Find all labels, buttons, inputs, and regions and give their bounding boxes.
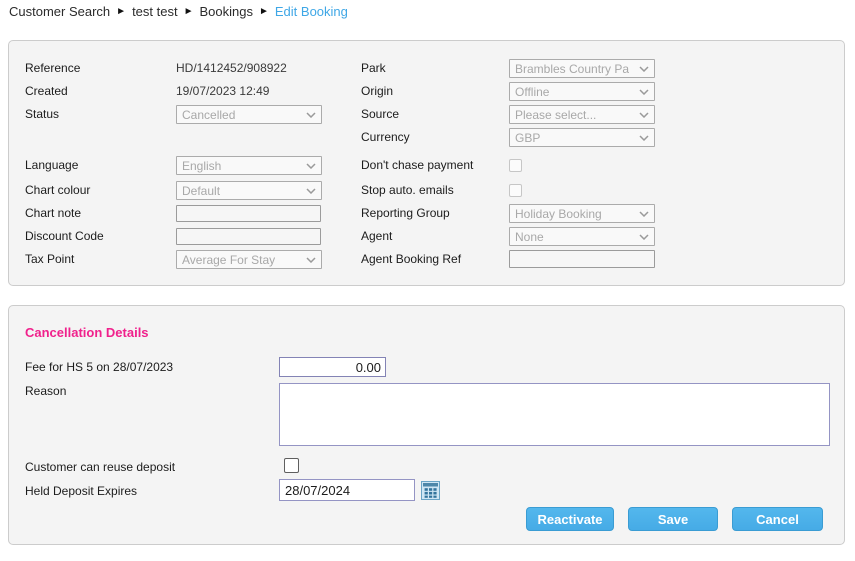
held-deposit-expires-label: Held Deposit Expires — [25, 484, 137, 498]
tax-point-select: Average For Stay — [176, 250, 322, 269]
chevron-down-icon — [639, 135, 649, 141]
agent-select: None — [509, 227, 655, 246]
agent-select-value: None — [515, 230, 544, 244]
chevron-down-icon — [639, 66, 649, 72]
chart-colour-select-value: Default — [182, 184, 220, 198]
save-button[interactable]: Save — [628, 507, 718, 531]
chevron-down-icon — [639, 211, 649, 217]
dont-chase-payment-label: Don't chase payment — [361, 158, 473, 172]
currency-select: GBP — [509, 128, 655, 147]
breadcrumb: Customer Search ► test test ► Bookings ►… — [9, 4, 348, 19]
calendar-icon — [421, 481, 440, 500]
breadcrumb-edit-booking[interactable]: Edit Booking — [275, 4, 348, 19]
created-label: Created — [25, 84, 68, 98]
reporting-group-select: Holiday Booking — [509, 204, 655, 223]
chart-colour-label: Chart colour — [25, 183, 90, 197]
discount-code-label: Discount Code — [25, 229, 104, 243]
cancellation-fee-input[interactable] — [279, 357, 386, 377]
park-select: Brambles Country Pa — [509, 59, 655, 78]
reference-value: HD/1412452/908922 — [176, 61, 287, 75]
cancellation-fee-label: Fee for HS 5 on 28/07/2023 — [25, 360, 173, 374]
cancel-button[interactable]: Cancel — [732, 507, 823, 531]
chevron-down-icon — [306, 257, 316, 263]
reporting-group-select-value: Holiday Booking — [515, 207, 602, 221]
breadcrumb-customer-name[interactable]: test test — [132, 4, 178, 19]
chevron-down-icon — [306, 112, 316, 118]
status-select: Cancelled — [176, 105, 322, 124]
chart-note-label: Chart note — [25, 206, 81, 220]
chevron-down-icon — [639, 112, 649, 118]
status-label: Status — [25, 107, 59, 121]
breadcrumb-separator-icon: ► — [116, 6, 126, 17]
source-select-value: Please select... — [515, 108, 596, 122]
cancellation-details-panel: Cancellation Details Fee for HS 5 on 28/… — [8, 305, 845, 545]
created-value: 19/07/2023 12:49 — [176, 84, 269, 98]
chevron-down-icon — [306, 163, 316, 169]
reference-label: Reference — [25, 61, 80, 75]
origin-select: Offline — [509, 82, 655, 101]
reason-textarea[interactable] — [279, 383, 830, 446]
language-select: English — [176, 156, 322, 175]
breadcrumb-bookings[interactable]: Bookings — [200, 4, 253, 19]
reporting-group-label: Reporting Group — [361, 206, 450, 220]
park-select-value: Brambles Country Pa — [515, 62, 629, 76]
reactivate-button[interactable]: Reactivate — [526, 507, 614, 531]
held-deposit-expires-input[interactable] — [279, 479, 415, 501]
stop-auto-emails-label: Stop auto. emails — [361, 183, 454, 197]
tax-point-select-value: Average For Stay — [182, 253, 275, 267]
agent-booking-ref-label: Agent Booking Ref — [361, 252, 461, 266]
currency-select-value: GBP — [515, 131, 540, 145]
breadcrumb-customer-search[interactable]: Customer Search — [9, 4, 110, 19]
tax-point-label: Tax Point — [25, 252, 74, 266]
action-button-row: Reactivate Save Cancel — [526, 507, 823, 531]
stop-auto-emails-checkbox — [509, 184, 522, 197]
currency-label: Currency — [361, 130, 410, 144]
status-select-value: Cancelled — [182, 108, 235, 122]
origin-select-value: Offline — [515, 85, 549, 99]
agent-label: Agent — [361, 229, 392, 243]
chevron-down-icon — [306, 188, 316, 194]
chart-colour-select: Default — [176, 181, 322, 200]
cancellation-details-title: Cancellation Details — [25, 325, 149, 340]
language-select-value: English — [182, 159, 221, 173]
discount-code-input — [176, 228, 321, 245]
breadcrumb-separator-icon: ► — [259, 6, 269, 17]
park-label: Park — [361, 61, 386, 75]
breadcrumb-separator-icon: ► — [184, 6, 194, 17]
source-label: Source — [361, 107, 399, 121]
chevron-down-icon — [639, 234, 649, 240]
booking-details-panel: Reference HD/1412452/908922 Created 19/0… — [8, 40, 845, 286]
reuse-deposit-checkbox[interactable] — [284, 458, 299, 473]
origin-label: Origin — [361, 84, 393, 98]
chevron-down-icon — [639, 89, 649, 95]
language-label: Language — [25, 158, 78, 172]
dont-chase-payment-checkbox — [509, 159, 522, 172]
calendar-button[interactable] — [421, 481, 440, 500]
source-select: Please select... — [509, 105, 655, 124]
agent-booking-ref-input — [509, 250, 655, 268]
reuse-deposit-label: Customer can reuse deposit — [25, 460, 175, 474]
reason-label: Reason — [25, 384, 66, 398]
chart-note-input — [176, 205, 321, 222]
